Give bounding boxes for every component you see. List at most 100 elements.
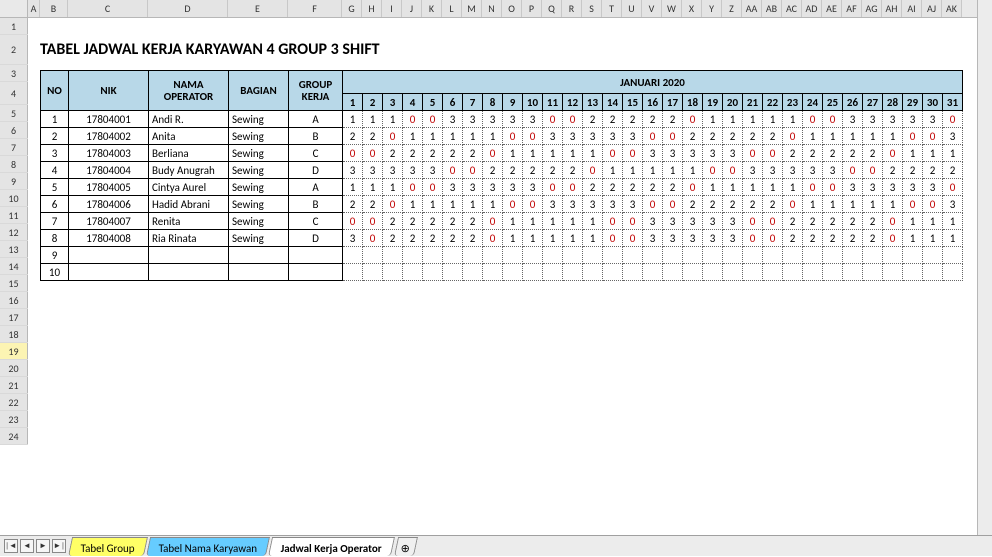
cell[interactable]: Sewing — [229, 196, 289, 213]
shift-cell[interactable]: 3 — [543, 128, 563, 145]
shift-cell[interactable]: 0 — [623, 213, 643, 230]
row-header-9[interactable]: 9 — [0, 173, 28, 189]
shift-cell[interactable]: 3 — [443, 179, 463, 196]
shift-cell[interactable] — [803, 247, 823, 264]
column-header-E[interactable]: E — [228, 0, 288, 17]
shift-cell[interactable]: 2 — [823, 213, 843, 230]
shift-cell[interactable]: 2 — [623, 179, 643, 196]
shift-cell[interactable]: 1 — [903, 213, 923, 230]
shift-cell[interactable]: 2 — [803, 145, 823, 162]
shift-cell[interactable]: 3 — [363, 162, 383, 179]
shift-cell[interactable]: 2 — [523, 162, 543, 179]
shift-cell[interactable] — [543, 247, 563, 264]
shift-cell[interactable]: 3 — [703, 145, 723, 162]
shift-cell[interactable]: 1 — [483, 128, 503, 145]
shift-cell[interactable]: 2 — [383, 213, 403, 230]
shift-cell[interactable] — [583, 247, 603, 264]
cell[interactable]: Andi R. — [149, 111, 229, 128]
shift-cell[interactable]: 2 — [543, 162, 563, 179]
shift-cell[interactable]: 2 — [463, 145, 483, 162]
shift-cell[interactable]: 3 — [643, 230, 663, 247]
column-header-Z[interactable]: Z — [722, 0, 742, 17]
cell[interactable]: 3 — [41, 145, 69, 162]
shift-cell[interactable]: 2 — [683, 128, 703, 145]
shift-cell[interactable]: 0 — [743, 213, 763, 230]
shift-cell[interactable]: 2 — [923, 162, 943, 179]
tab-nav-prev[interactable]: ◄ — [20, 539, 34, 553]
shift-cell[interactable]: 3 — [663, 230, 683, 247]
shift-cell[interactable]: 3 — [643, 145, 663, 162]
shift-cell[interactable]: 3 — [523, 111, 543, 128]
column-header-AA[interactable]: AA — [742, 0, 762, 17]
shift-cell[interactable]: 2 — [463, 213, 483, 230]
shift-cell[interactable]: 3 — [823, 162, 843, 179]
shift-cell[interactable]: 2 — [603, 179, 623, 196]
shift-cell[interactable] — [383, 264, 403, 281]
shift-cell[interactable]: 3 — [663, 145, 683, 162]
column-header-D[interactable]: D — [148, 0, 228, 17]
shift-cell[interactable]: 0 — [403, 111, 423, 128]
cell[interactable]: Sewing — [229, 213, 289, 230]
cell[interactable]: C — [289, 145, 343, 162]
cell[interactable]: Sewing — [229, 230, 289, 247]
shift-cell[interactable]: 3 — [483, 111, 503, 128]
column-header-L[interactable]: L — [442, 0, 462, 17]
shift-cell[interactable]: 0 — [523, 128, 543, 145]
shift-cell[interactable]: 3 — [923, 111, 943, 128]
cell[interactable] — [289, 264, 343, 281]
shift-cell[interactable]: 0 — [383, 196, 403, 213]
shift-cell[interactable]: 1 — [683, 162, 703, 179]
shift-cell[interactable]: 3 — [383, 162, 403, 179]
cell[interactable]: B — [289, 128, 343, 145]
column-header-W[interactable]: W — [662, 0, 682, 17]
shift-cell[interactable]: 2 — [343, 196, 363, 213]
column-header-A[interactable]: A — [28, 0, 40, 17]
cell[interactable] — [69, 247, 149, 264]
row-header-19[interactable]: 19 — [0, 343, 28, 359]
shift-cell[interactable] — [943, 264, 963, 281]
shift-cell[interactable]: 2 — [863, 213, 883, 230]
shift-cell[interactable] — [423, 264, 443, 281]
shift-cell[interactable]: 1 — [903, 230, 923, 247]
shift-cell[interactable]: 2 — [783, 230, 803, 247]
shift-cell[interactable] — [703, 264, 723, 281]
shift-cell[interactable]: 2 — [603, 111, 623, 128]
shift-cell[interactable]: 0 — [603, 145, 623, 162]
shift-cell[interactable]: 0 — [923, 196, 943, 213]
shift-cell[interactable]: 3 — [343, 162, 363, 179]
shift-cell[interactable] — [763, 264, 783, 281]
row-header-8[interactable]: 8 — [0, 156, 28, 172]
shift-cell[interactable]: 0 — [643, 196, 663, 213]
shift-cell[interactable]: 0 — [363, 145, 383, 162]
row-header-24[interactable]: 24 — [0, 428, 28, 444]
shift-cell[interactable]: 0 — [703, 162, 723, 179]
cell[interactable] — [149, 247, 229, 264]
shift-cell[interactable] — [723, 247, 743, 264]
shift-cell[interactable]: 2 — [583, 179, 603, 196]
shift-cell[interactable]: 2 — [703, 128, 723, 145]
shift-cell[interactable]: 1 — [423, 128, 443, 145]
shift-cell[interactable]: 0 — [503, 196, 523, 213]
shift-cell[interactable]: 1 — [783, 111, 803, 128]
column-header-K[interactable]: K — [422, 0, 442, 17]
shift-cell[interactable]: 2 — [823, 230, 843, 247]
shift-cell[interactable]: 3 — [943, 128, 963, 145]
column-header-F[interactable]: F — [288, 0, 342, 17]
column-header-V[interactable]: V — [642, 0, 662, 17]
shift-cell[interactable]: 0 — [483, 230, 503, 247]
shift-cell[interactable]: 0 — [683, 179, 703, 196]
column-header-G[interactable]: G — [342, 0, 362, 17]
shift-cell[interactable]: 2 — [423, 213, 443, 230]
shift-cell[interactable] — [823, 247, 843, 264]
shift-cell[interactable]: 2 — [683, 196, 703, 213]
cell[interactable] — [69, 264, 149, 281]
shift-cell[interactable]: 3 — [863, 111, 883, 128]
shift-cell[interactable]: 0 — [383, 128, 403, 145]
shift-cell[interactable]: 2 — [483, 162, 503, 179]
shift-cell[interactable]: 1 — [883, 196, 903, 213]
shift-cell[interactable]: 3 — [723, 213, 743, 230]
shift-cell[interactable] — [843, 264, 863, 281]
shift-cell[interactable]: 1 — [843, 128, 863, 145]
shift-cell[interactable]: 3 — [703, 213, 723, 230]
shift-cell[interactable] — [883, 247, 903, 264]
